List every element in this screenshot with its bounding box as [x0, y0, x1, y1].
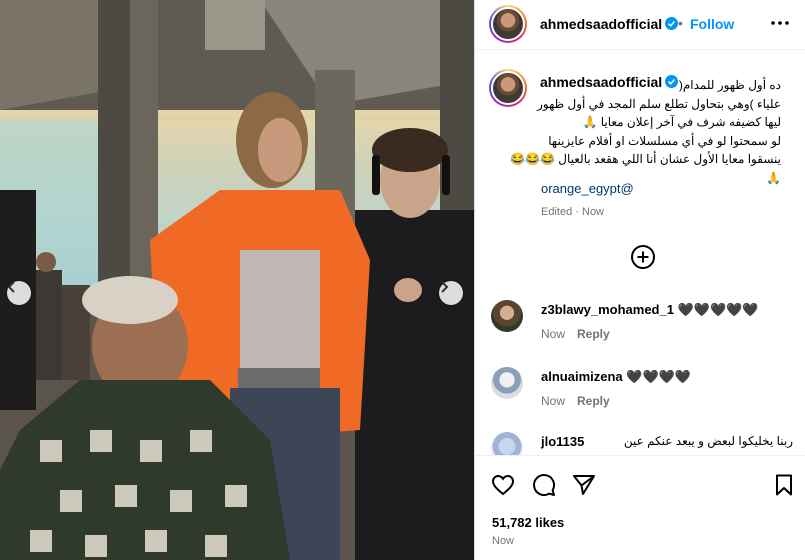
commenter-username[interactable]: jlo1135: [541, 434, 584, 449]
separator-dot: •: [678, 15, 683, 31]
chevron-left-icon: [7, 281, 15, 293]
verified-badge-icon: [665, 75, 679, 88]
reply-button[interactable]: Reply: [577, 327, 610, 341]
more-options-icon[interactable]: [770, 15, 790, 31]
add-comment-circle-icon[interactable]: [630, 244, 656, 270]
edited-label: Edited: [541, 206, 573, 218]
comment-text: 🖤🖤🖤🖤🖤: [677, 302, 759, 317]
reply-button[interactable]: Reply: [577, 394, 610, 408]
author-username[interactable]: ahmedsaadofficial: [540, 16, 662, 32]
author-name-link[interactable]: ahmedsaadofficial: [540, 16, 679, 34]
comment-time: Now: [541, 327, 566, 341]
caption-username-link[interactable]: ahmedsaadofficial: [540, 74, 679, 92]
author-avatar[interactable]: [489, 5, 527, 43]
carousel-next-button[interactable]: [439, 281, 463, 305]
caption-line: ينسقوا معايا الأول عشان أنا اللي هقعد با…: [510, 152, 781, 166]
edited-time: Now: [582, 206, 605, 218]
comment-meta: Now Reply: [541, 327, 610, 341]
post-caption: ده أول ظهور للمدام( علياء )وهي بتحاول تط…: [510, 76, 781, 187]
commenter-avatar[interactable]: [491, 300, 523, 332]
comment-time: Now: [541, 394, 566, 408]
likes-count[interactable]: 51,782 likes: [492, 515, 564, 530]
caption-line: علياء )وهي بتحاول تطلع سلم المجد في أول …: [537, 96, 781, 111]
caption-meta: Edited · Now: [541, 206, 604, 218]
commenter-username[interactable]: alnuaimizena: [541, 369, 623, 384]
follow-button[interactable]: Follow: [690, 16, 734, 32]
commenter-avatar[interactable]: [491, 432, 523, 455]
mention-link[interactable]: orange_egypt@: [541, 181, 634, 196]
edited-separator: ·: [575, 206, 579, 218]
post-side-panel: ahmedsaadofficial • Follow ده أول ظهور ل…: [474, 0, 805, 560]
comment-text: ربنا يخليكوا لبعض و يبعد عنكم عين: [623, 434, 793, 448]
commenter-avatar[interactable]: [491, 367, 523, 399]
verified-badge-icon: [665, 17, 679, 30]
post-timestamp[interactable]: Now: [492, 535, 514, 547]
caption-line: لو سمحتوا لو في أي مسلسلات او أفلام عايز…: [548, 133, 781, 148]
comment-line: jlo1135: [541, 434, 584, 449]
commenter-username[interactable]: z3blawy_mohamed_1: [541, 302, 674, 317]
photo-illustration: [0, 0, 474, 560]
comment-icon[interactable]: [532, 473, 556, 497]
chevron-right-icon: [441, 281, 449, 293]
carousel-prev-button[interactable]: [7, 281, 31, 305]
comment-line: alnuaimizena 🖤🖤🖤🖤: [541, 369, 691, 385]
bookmark-icon[interactable]: [772, 473, 796, 497]
comment-meta: Now Reply: [541, 394, 610, 408]
comment-text: 🖤🖤🖤🖤: [626, 369, 692, 384]
comment-item: z3blawy_mohamed_1 🖤🖤🖤🖤🖤 Now Reply: [475, 300, 805, 360]
comment-line: z3blawy_mohamed_1 🖤🖤🖤🖤🖤: [541, 302, 759, 318]
comment-item: jlo1135 ربنا يخليكوا لبعض و يبعد عنكم عي…: [475, 432, 805, 455]
post-actions-bar: 51,782 likes Now: [475, 455, 805, 560]
share-icon[interactable]: [572, 473, 596, 497]
comment-item: alnuaimizena 🖤🖤🖤🖤 Now Reply: [475, 367, 805, 427]
post-header: ahmedsaadofficial • Follow: [475, 0, 805, 50]
caption-username[interactable]: ahmedsaadofficial: [540, 74, 662, 90]
caption-author-avatar[interactable]: [489, 69, 527, 107]
post-photo[interactable]: [0, 0, 474, 560]
heart-icon[interactable]: [491, 473, 515, 497]
caption-line: ليها كضيفه شرف في آخر إعلان معايا 🙏: [582, 115, 781, 129]
